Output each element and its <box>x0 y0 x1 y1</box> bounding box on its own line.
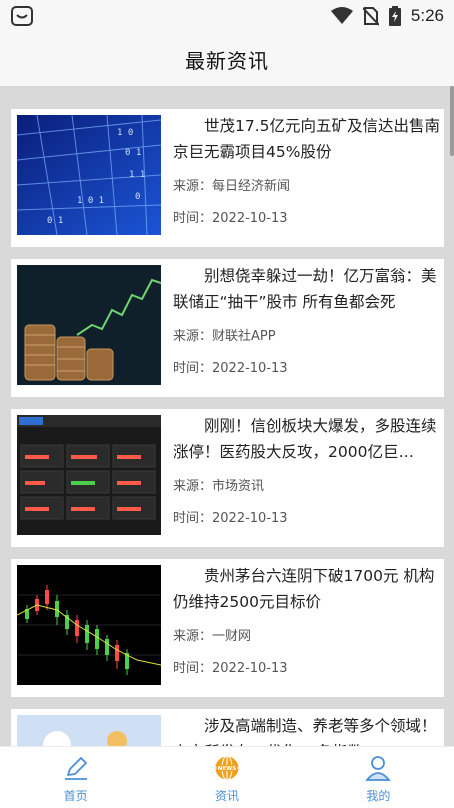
blue-illustration-image <box>17 715 161 746</box>
tab-news-label: 资讯 <box>214 789 239 803</box>
news-source: 来源：财联社APP <box>173 329 276 344</box>
news-time: 时间：2022-10-13 <box>173 361 288 376</box>
svg-text:NEWS: NEWS <box>218 766 236 772</box>
wifi-icon <box>330 7 353 24</box>
no-sim-icon <box>362 7 379 26</box>
news-card[interactable]: 1 0 0 1 1 1 0 1 0 1 0 1 世茂17.5亿元向五矿及信达出售南京巨无霸… <box>11 109 444 247</box>
svg-text:0 1: 0 1 <box>47 216 63 226</box>
svg-text:0 1: 0 1 <box>125 148 141 158</box>
news-card[interactable]: 刚刚！信创板块大爆发，多股连续涨停！医药股大反攻，2000亿巨… 来源：市场资讯… <box>11 409 444 547</box>
news-time: 时间：2022-10-13 <box>173 511 288 526</box>
bottom-tab-bar: 首页 NEWS 资讯 我的 <box>0 746 454 808</box>
news-card[interactable]: 涉及高端制造、养老等多个领域！上交所发布一代化12条指数 <box>11 709 444 746</box>
scrollbar[interactable] <box>450 86 454 156</box>
status-bar: 5:26 <box>0 0 454 32</box>
battery-charging-icon <box>388 6 401 26</box>
coins-chart-image <box>17 265 161 385</box>
user-icon <box>365 756 392 781</box>
news-globe-icon: NEWS <box>214 755 240 781</box>
news-thumbnail: 1 0 0 1 1 1 0 1 0 1 0 1 <box>17 115 161 235</box>
svg-text:1 1: 1 1 <box>129 170 145 180</box>
svg-text:1 0: 1 0 <box>117 128 133 138</box>
news-time: 时间：2022-10-13 <box>173 211 288 226</box>
news-thumbnail <box>17 415 161 535</box>
svg-text:0: 0 <box>135 192 140 202</box>
stock-app-screenshot-image <box>17 415 161 535</box>
candlestick-chart-image <box>17 565 161 685</box>
news-title: 别想侥幸躲过一劫！亿万富翁：美联储正“抽干”股市 所有鱼都会死 <box>173 267 437 311</box>
news-title: 刚刚！信创板块大爆发，多股连续涨停！医药股大反攻，2000亿巨… <box>173 417 437 461</box>
news-card[interactable]: 贵州茅台六连阴下破1700元 机构仍维持2500元目标价 来源：一财网 时间：2… <box>11 559 444 697</box>
pencil-icon <box>64 757 87 780</box>
news-thumbnail <box>17 715 161 746</box>
news-thumbnail <box>17 565 161 685</box>
news-thumbnail <box>17 265 161 385</box>
title-bar: 最新资讯 <box>0 32 454 86</box>
news-feed[interactable]: 1 0 0 1 1 1 0 1 0 1 0 1 世茂17.5亿元向五矿及信达出售南京巨无霸… <box>0 86 454 746</box>
news-title: 涉及高端制造、养老等多个领域！上交所发布一代化12条指数 <box>173 717 437 746</box>
page-title: 最新资讯 <box>185 48 269 73</box>
news-time: 时间：2022-10-13 <box>173 661 288 676</box>
tab-news[interactable]: NEWS 资讯 <box>151 747 302 808</box>
digital-matrix-image: 1 0 0 1 1 1 0 1 0 1 0 1 <box>17 115 161 235</box>
news-title: 贵州茅台六连阴下破1700元 机构仍维持2500元目标价 <box>173 567 435 611</box>
tab-home[interactable]: 首页 <box>0 747 151 808</box>
tab-home-label: 首页 <box>63 789 88 803</box>
news-source: 来源：市场资讯 <box>173 479 265 494</box>
tab-profile-label: 我的 <box>366 789 391 803</box>
svg-text:1 0 1: 1 0 1 <box>77 196 104 206</box>
status-time: 5:26 <box>410 6 444 25</box>
news-source: 来源：每日经济新闻 <box>173 179 291 194</box>
news-source: 来源：一财网 <box>173 629 252 644</box>
app-notification-icon <box>11 6 33 26</box>
news-card[interactable]: 别想侥幸躲过一劫！亿万富翁：美联储正“抽干”股市 所有鱼都会死 来源：财联社AP… <box>11 259 444 397</box>
tab-profile[interactable]: 我的 <box>303 747 454 808</box>
news-title: 世茂17.5亿元向五矿及信达出售南京巨无霸项目45%股份 <box>173 117 441 161</box>
